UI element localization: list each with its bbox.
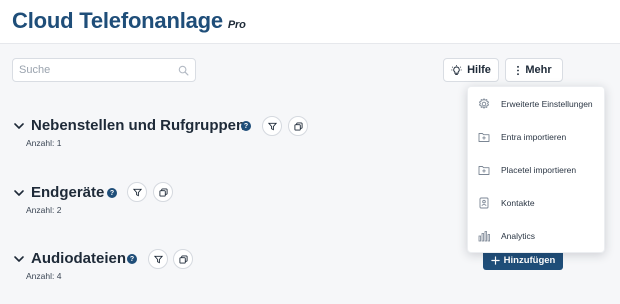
- lightbulb-icon: [451, 64, 462, 75]
- search-input[interactable]: [13, 59, 173, 81]
- section-title: Nebenstellen und Rufgruppen: [31, 117, 246, 134]
- filter-icon: [132, 188, 142, 196]
- folder-import-icon: [478, 133, 490, 142]
- copy-icon: [293, 121, 303, 131]
- more-button[interactable]: Mehr: [505, 58, 563, 82]
- more-vertical-icon: [517, 65, 520, 75]
- filter-button[interactable]: [127, 182, 147, 202]
- copy-icon: [158, 187, 168, 197]
- more-button-label: Mehr: [525, 64, 552, 76]
- copy-button[interactable]: [288, 116, 308, 136]
- question-icon[interactable]: ?: [107, 188, 117, 198]
- question-icon[interactable]: ?: [241, 121, 251, 131]
- section-count: Anzahl: 1: [26, 138, 62, 148]
- plus-icon: [490, 255, 500, 265]
- menu-item-label: Analytics: [501, 231, 536, 241]
- menu-item-label: Entra importieren: [501, 132, 567, 142]
- filter-button[interactable]: [262, 116, 282, 136]
- filter-button[interactable]: [148, 249, 168, 269]
- section-count: Anzahl: 4: [26, 271, 62, 281]
- app-header: Cloud Telefonanlage Pro: [0, 0, 620, 44]
- menu-item-label: Erweiterte Einstellungen: [501, 99, 593, 109]
- filter-icon: [153, 255, 163, 263]
- filter-icon: [267, 122, 277, 130]
- question-icon[interactable]: ?: [127, 254, 137, 264]
- app-title: Cloud Telefonanlage: [12, 8, 223, 33]
- menu-item-analytics[interactable]: Analytics: [468, 220, 606, 252]
- help-button-label: Hilfe: [467, 64, 491, 76]
- folder-import-icon: [478, 166, 490, 175]
- gear-icon: [478, 98, 490, 109]
- section-count: Anzahl: 2: [26, 205, 62, 215]
- menu-item-label: Kontakte: [501, 198, 535, 208]
- menu-item-advanced-settings[interactable]: Erweiterte Einstellungen: [468, 88, 606, 120]
- chevron-down-icon[interactable]: [12, 186, 26, 200]
- section-title: Audiodateien: [31, 250, 127, 267]
- add-button-label: Hinzufügen: [503, 254, 556, 266]
- menu-item-placetel-import[interactable]: Placetel importieren: [468, 154, 606, 186]
- chevron-down-icon[interactable]: [12, 119, 26, 133]
- contact-card-icon: [479, 197, 489, 209]
- bar-chart-icon: [478, 231, 490, 242]
- edition-label: Pro: [227, 19, 246, 31]
- copy-icon: [178, 254, 188, 264]
- chevron-down-icon[interactable]: [12, 252, 26, 266]
- section-title: Endgeräte: [31, 184, 105, 201]
- menu-item-label: Placetel importieren: [501, 165, 577, 175]
- copy-button[interactable]: [153, 182, 173, 202]
- help-button[interactable]: Hilfe: [443, 58, 499, 82]
- search-box[interactable]: [12, 58, 196, 82]
- copy-button[interactable]: [173, 249, 193, 269]
- menu-item-entra-import[interactable]: Entra importieren: [468, 121, 606, 153]
- menu-item-contacts[interactable]: Kontakte: [468, 187, 606, 219]
- page-title: Cloud Telefonanlage Pro: [12, 8, 246, 34]
- add-button[interactable]: Hinzufügen: [483, 250, 563, 270]
- search-icon[interactable]: [178, 65, 189, 76]
- more-menu: Erweiterte Einstellungen Entra importier…: [467, 86, 605, 253]
